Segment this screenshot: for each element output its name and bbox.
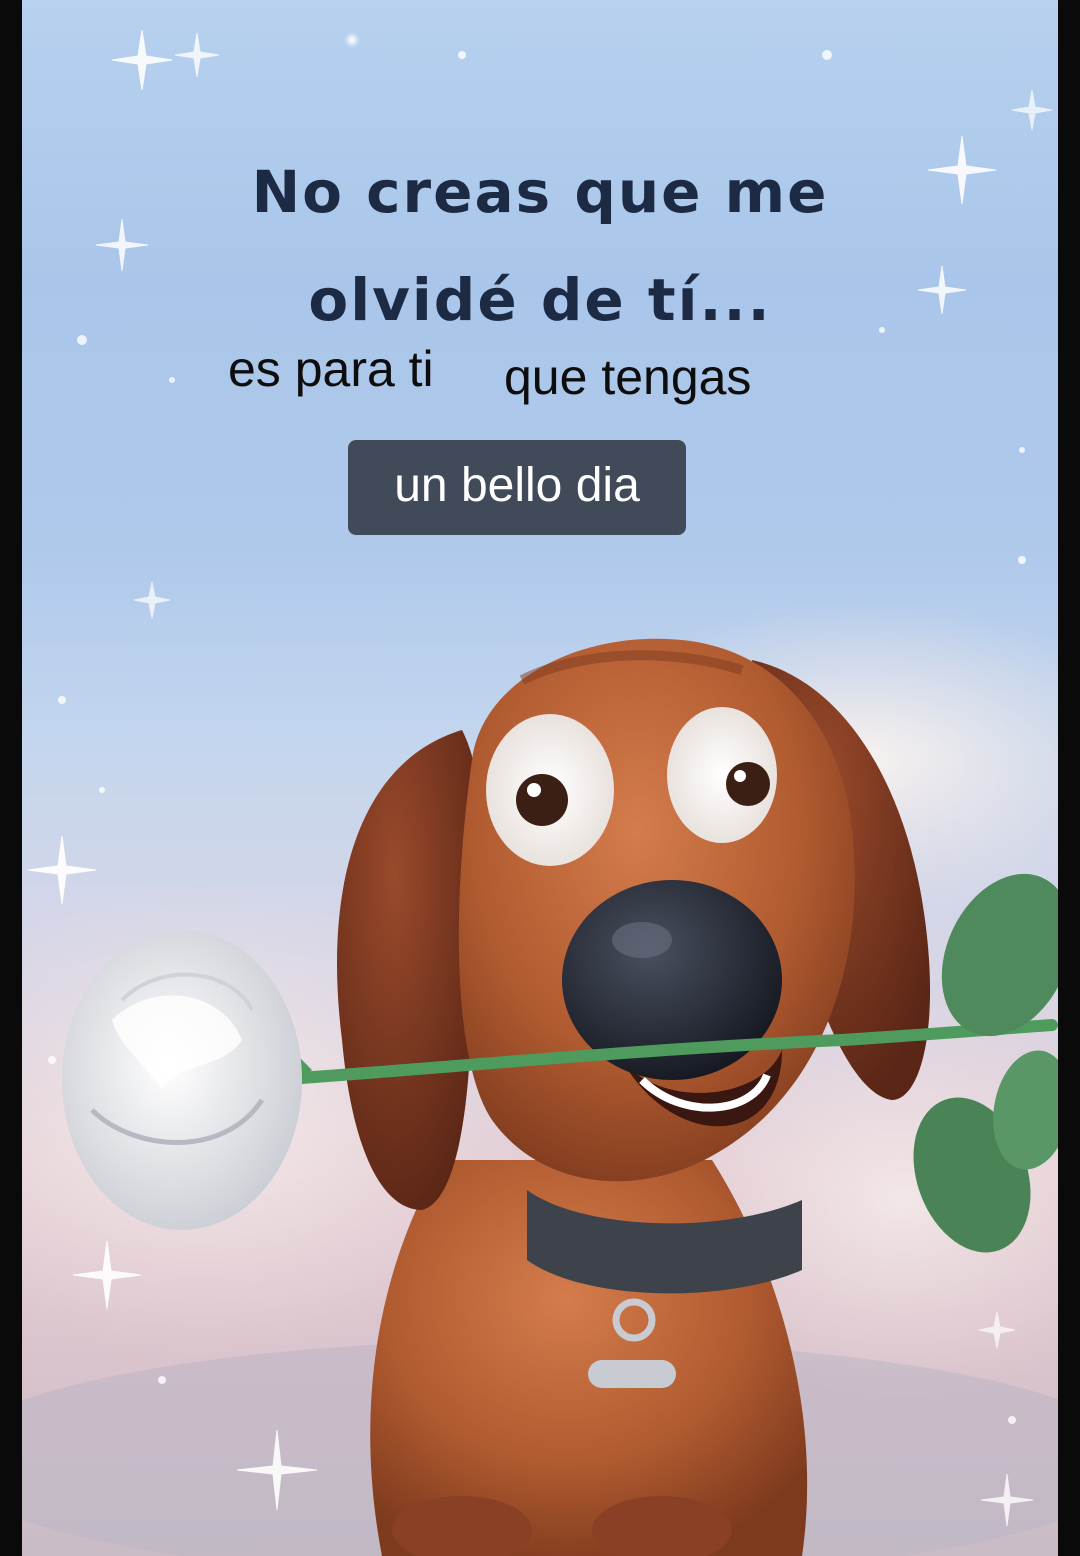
caption-part1: es para ti: [228, 341, 434, 397]
greeting-card-scene: No creas que me olvidé de tí... es para …: [22, 0, 1058, 1556]
caption-part2: que tengas: [504, 349, 752, 405]
video-frame: No creas que me olvidé de tí... es para …: [0, 0, 1080, 1556]
greeting-title: No creas que me olvidé de tí...: [22, 138, 1058, 354]
highlight-caption-pill: un bello dia: [348, 440, 686, 535]
greeting-title-line1: No creas que me: [251, 158, 829, 226]
greeting-title-line2: olvidé de tí...: [308, 266, 772, 334]
